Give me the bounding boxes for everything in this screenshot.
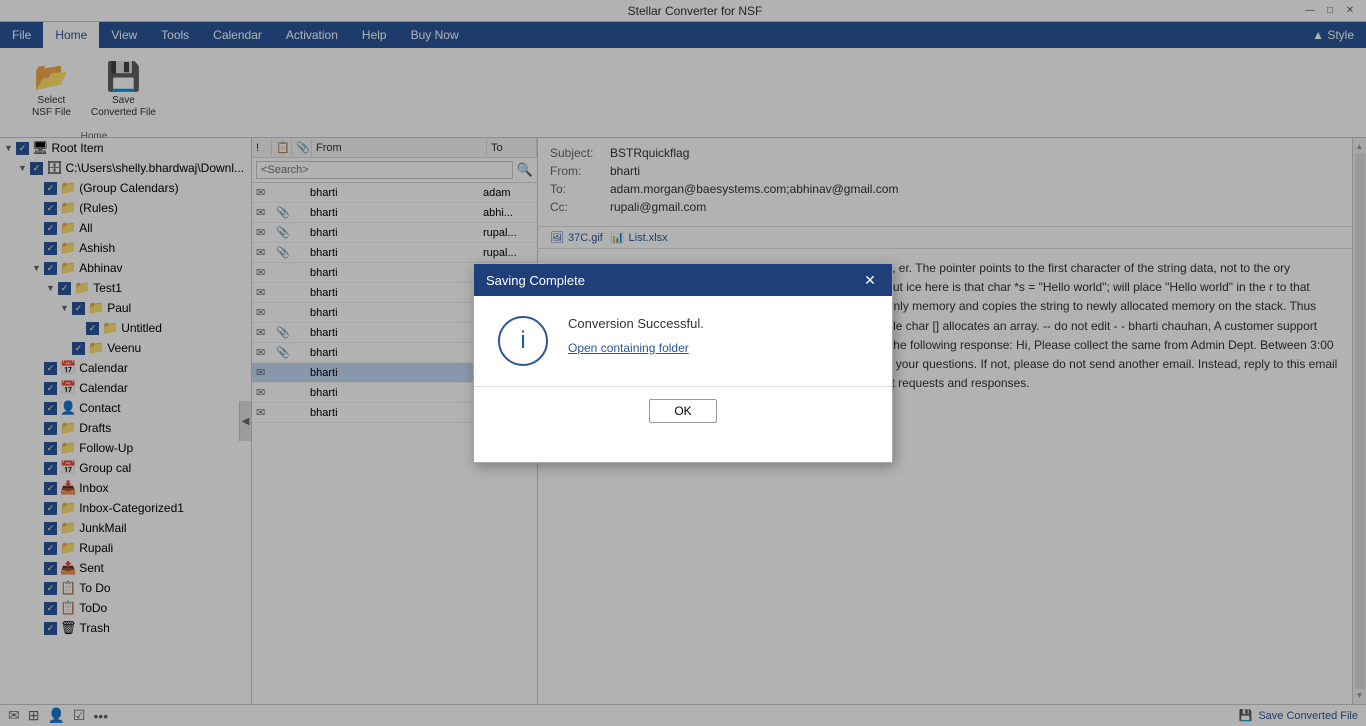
modal-overlay: Saving Complete ✕ i Conversion Successfu… bbox=[0, 0, 1366, 726]
saving-complete-dialog: Saving Complete ✕ i Conversion Successfu… bbox=[473, 263, 893, 463]
success-text: Conversion Successful. bbox=[568, 316, 868, 331]
modal-close-button[interactable]: ✕ bbox=[860, 270, 880, 290]
modal-content: Conversion Successful. Open containing f… bbox=[568, 316, 868, 355]
modal-body: i Conversion Successful. Open containing… bbox=[474, 296, 892, 386]
open-containing-folder-link[interactable]: Open containing folder bbox=[568, 341, 689, 355]
modal-title: Saving Complete bbox=[486, 273, 585, 288]
modal-footer: OK bbox=[474, 386, 892, 435]
modal-title-bar: Saving Complete ✕ bbox=[474, 264, 892, 296]
ok-button[interactable]: OK bbox=[649, 399, 716, 423]
modal-info-icon: i bbox=[498, 316, 548, 366]
